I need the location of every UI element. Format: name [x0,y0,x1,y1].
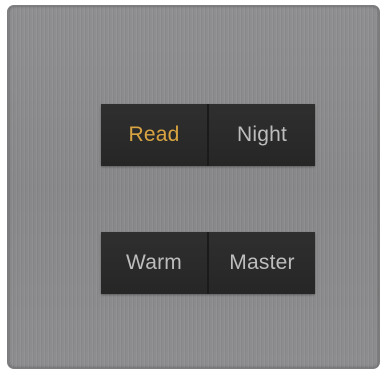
master-button[interactable]: Master [207,232,315,294]
keypad-row-2: Warm Master [101,232,315,294]
read-button[interactable]: Read [101,104,207,166]
keypad-wall-plate: Read Night Warm Master [8,6,379,368]
keypad-row-1: Read Night [101,104,315,166]
night-button[interactable]: Night [207,104,315,166]
warm-button[interactable]: Warm [101,232,207,294]
